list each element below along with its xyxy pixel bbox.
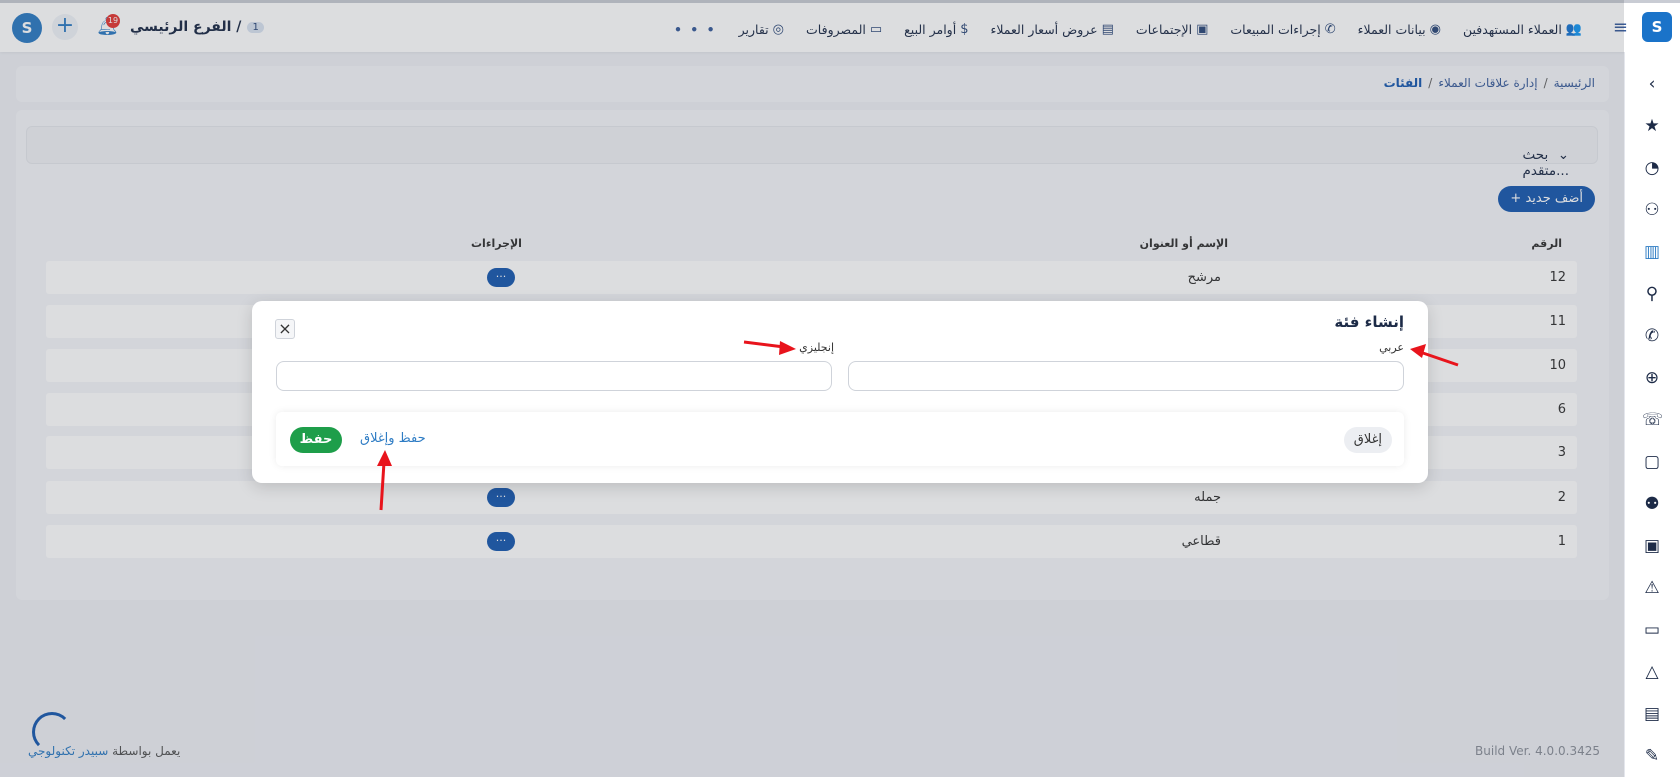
arrow-to-english-label — [743, 340, 796, 355]
arrow-to-save-close-button — [377, 450, 392, 511]
annotation-arrows — [377, 340, 1459, 511]
arrow-to-arabic-label — [1410, 344, 1459, 367]
